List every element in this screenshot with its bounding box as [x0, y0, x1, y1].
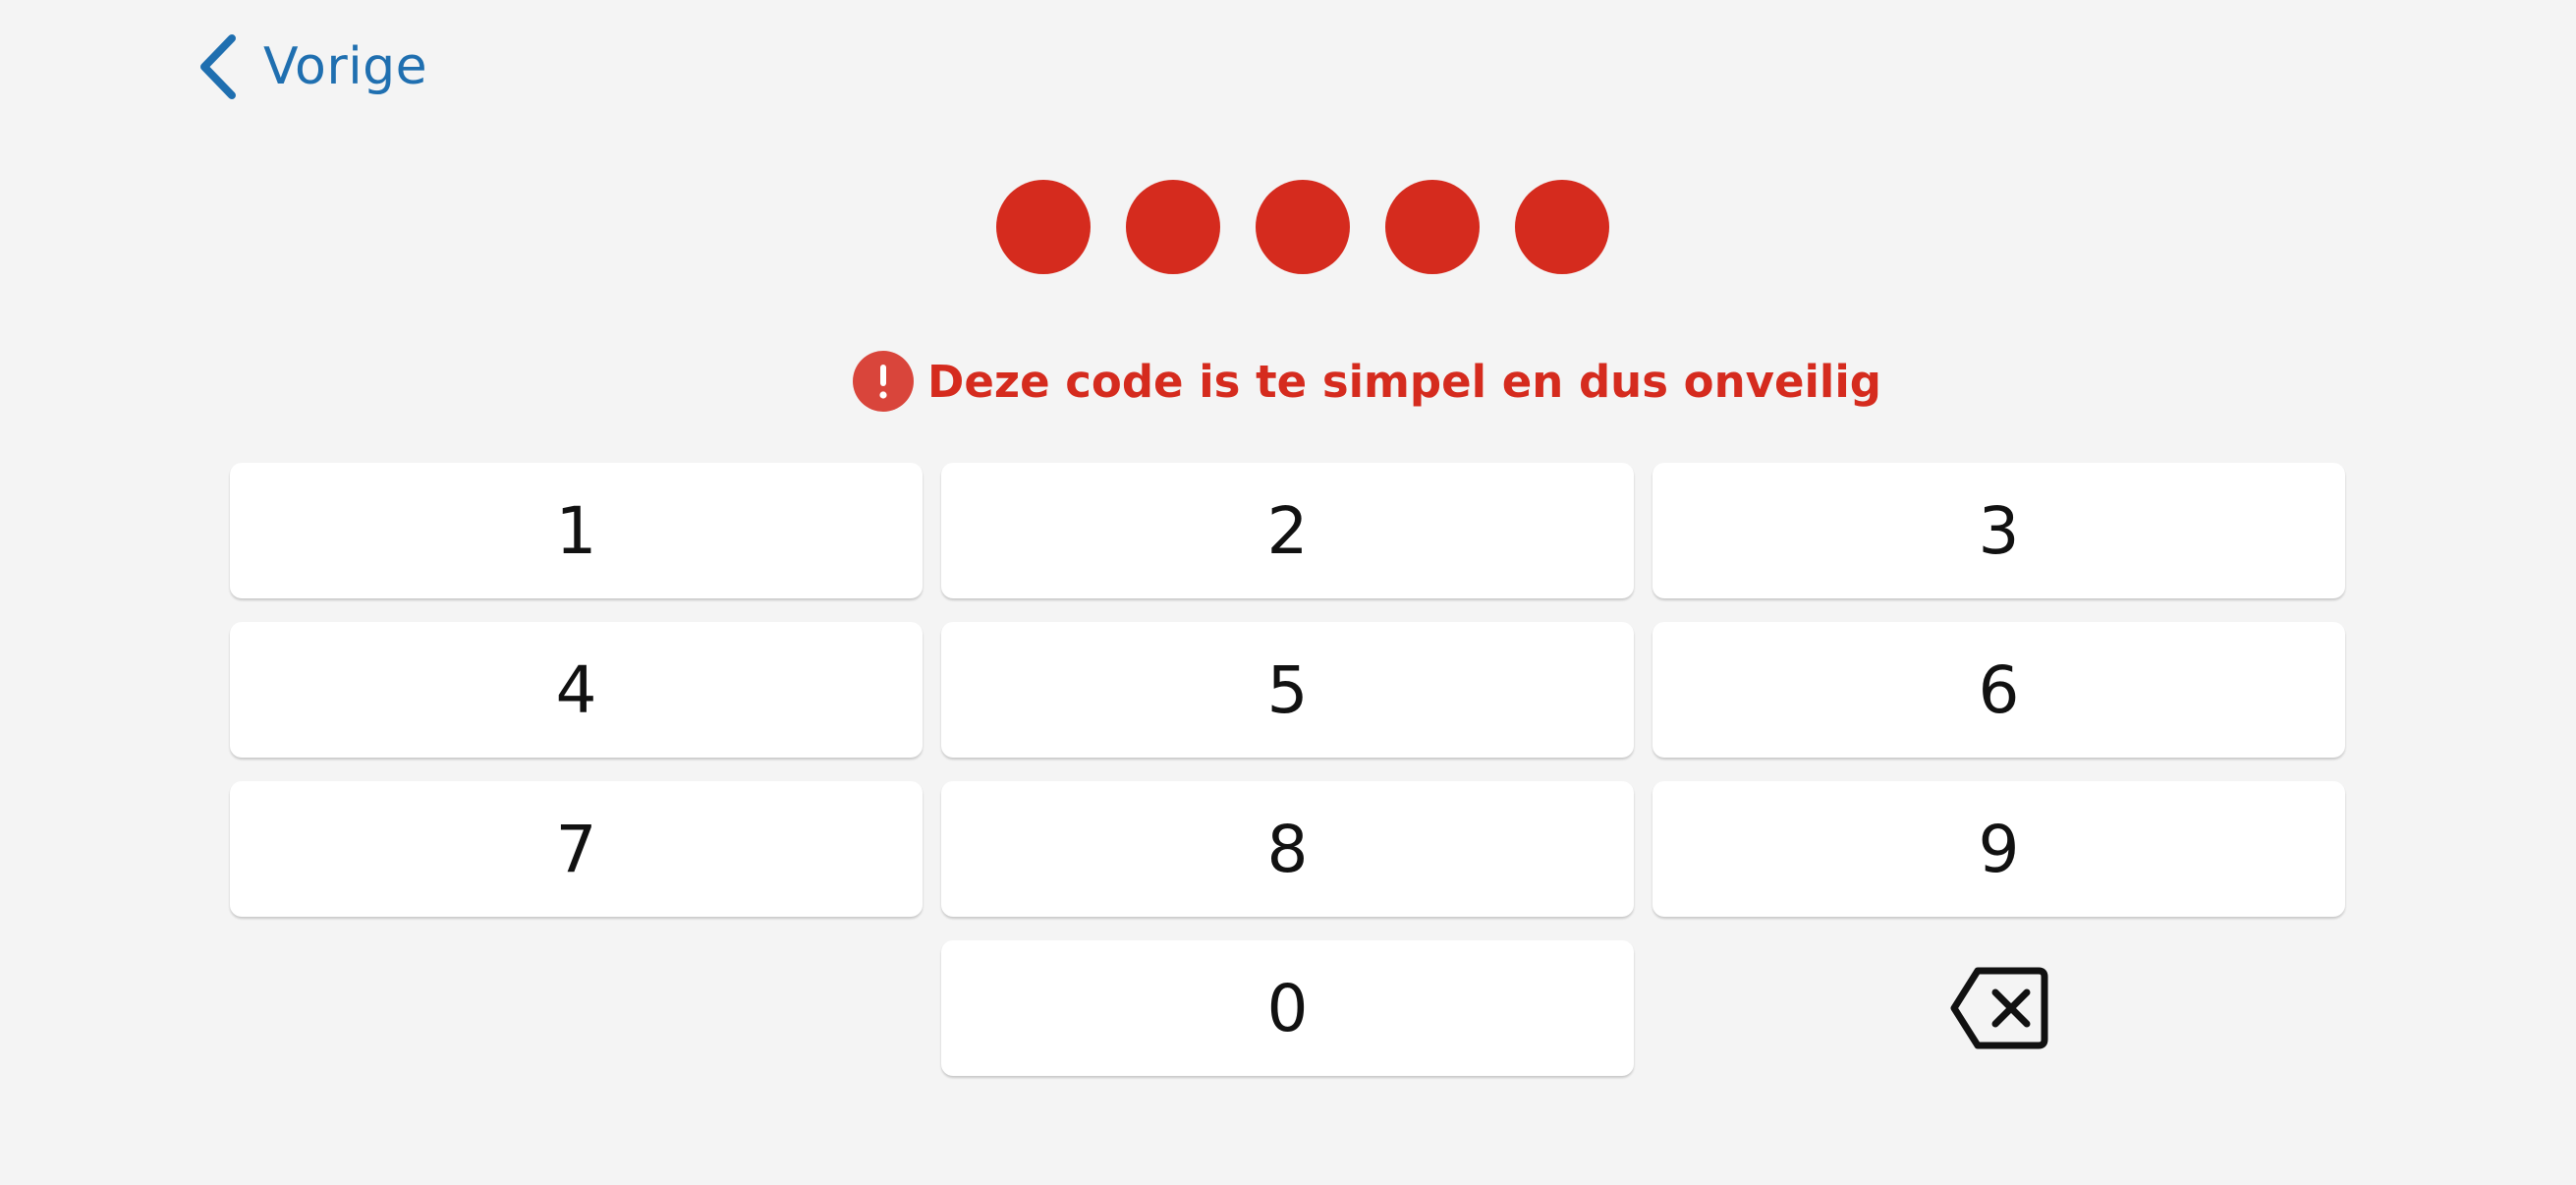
pin-dot [1385, 180, 1480, 274]
pin-entry-screen: Vorige Deze code is te simpel en dus onv… [0, 0, 2576, 1185]
key-empty [230, 940, 923, 1076]
pin-dot [1126, 180, 1220, 274]
error-text: Deze code is te simpel en dus onveilig [927, 355, 1881, 408]
key-6[interactable]: 6 [1652, 622, 2345, 758]
key-label: 5 [1266, 651, 1309, 728]
pin-dots [0, 180, 2576, 274]
backspace-button[interactable] [1652, 940, 2345, 1076]
pin-dot [1515, 180, 1609, 274]
error-message: Deze code is te simpel en dus onveilig [853, 350, 1881, 413]
key-9[interactable]: 9 [1652, 781, 2345, 917]
back-label: Vorige [263, 37, 428, 96]
pin-dot [996, 180, 1091, 274]
key-2[interactable]: 2 [941, 463, 1634, 598]
key-0[interactable]: 0 [941, 940, 1634, 1076]
pin-dot [1256, 180, 1350, 274]
key-5[interactable]: 5 [941, 622, 1634, 758]
key-label: 6 [1978, 651, 2020, 728]
backspace-icon [1948, 965, 2050, 1051]
back-button[interactable]: Vorige [196, 28, 427, 106]
key-label: 9 [1978, 811, 2020, 887]
key-label: 4 [555, 651, 597, 728]
key-label: 2 [1266, 492, 1309, 569]
key-label: 1 [555, 492, 597, 569]
key-4[interactable]: 4 [230, 622, 923, 758]
key-label: 0 [1266, 970, 1309, 1046]
key-label: 7 [555, 811, 597, 887]
key-label: 3 [1978, 492, 2020, 569]
key-1[interactable]: 1 [230, 463, 923, 598]
key-7[interactable]: 7 [230, 781, 923, 917]
chevron-left-icon [196, 32, 242, 101]
key-label: 8 [1266, 811, 1309, 887]
exclamation-icon [853, 351, 914, 412]
key-8[interactable]: 8 [941, 781, 1634, 917]
numeric-keypad: 1 2 3 4 5 6 7 8 9 0 [230, 463, 2345, 1076]
key-3[interactable]: 3 [1652, 463, 2345, 598]
